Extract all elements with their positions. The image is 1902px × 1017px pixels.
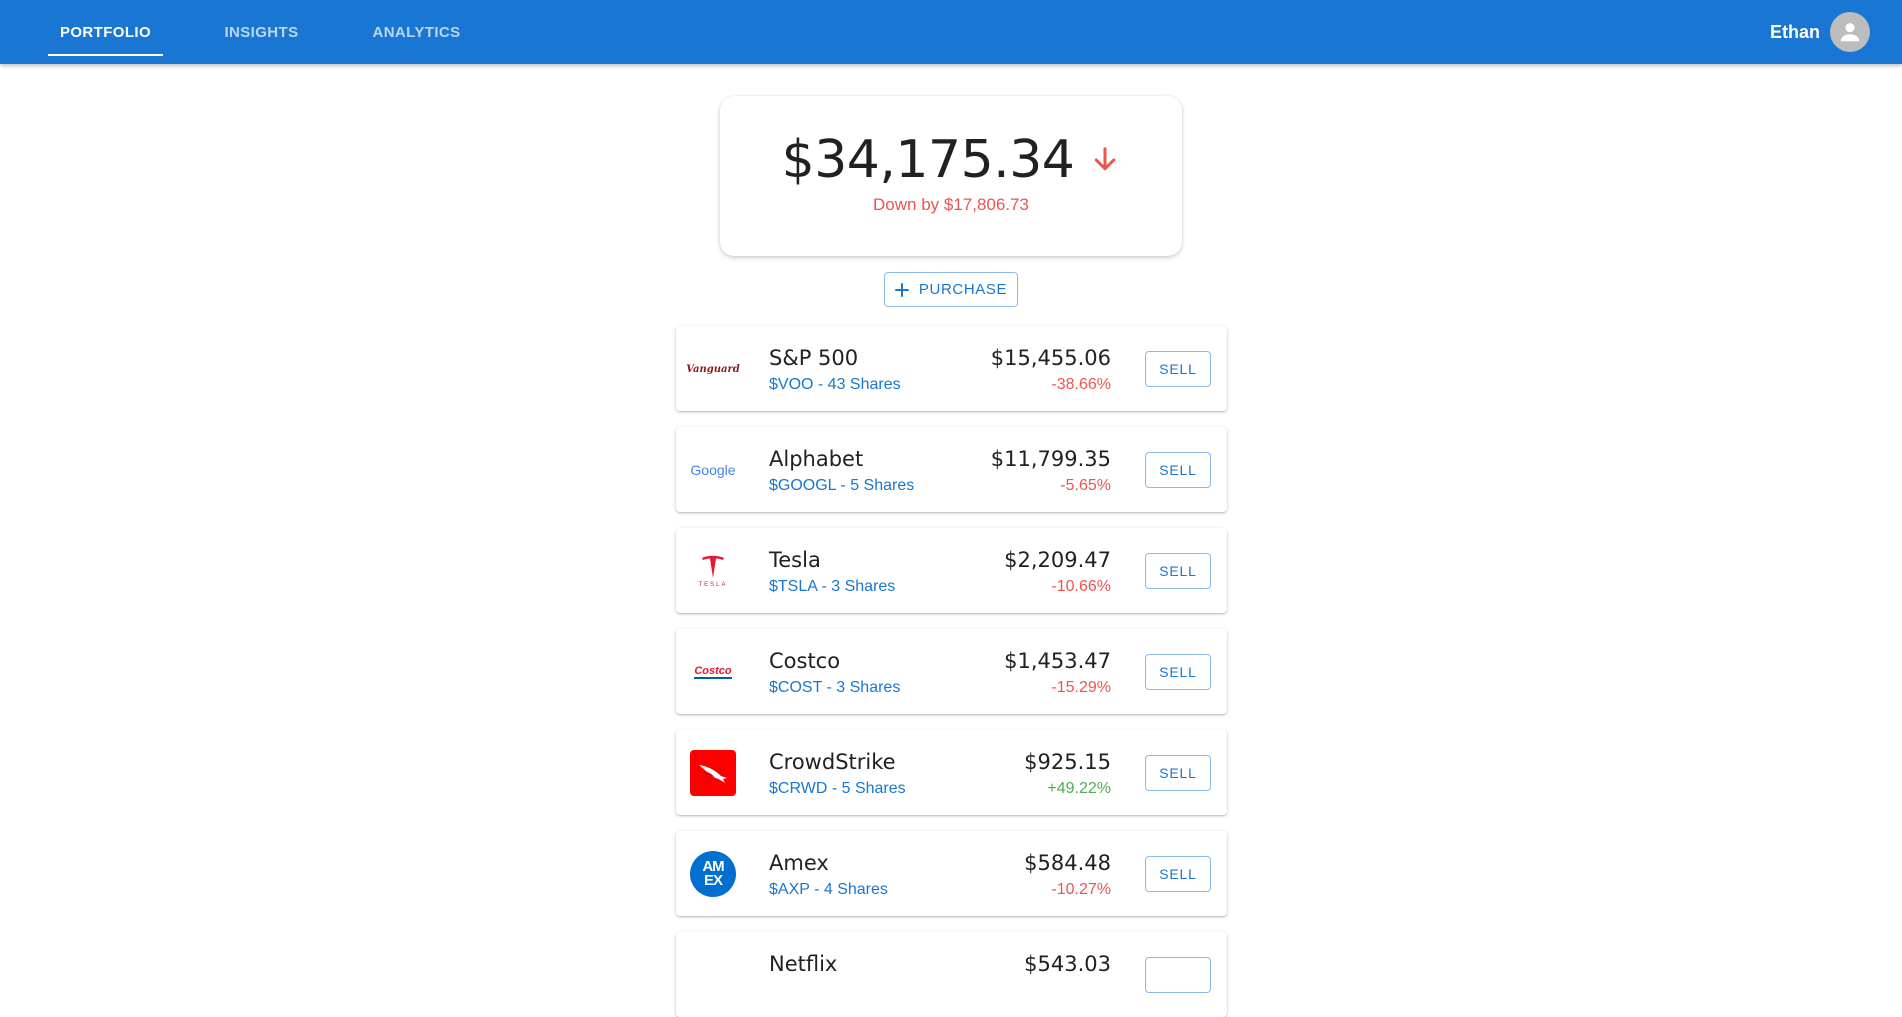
tab-portfolio[interactable]: PORTFOLIO xyxy=(48,0,163,64)
sell-button[interactable]: SELL xyxy=(1145,553,1211,589)
falcon-icon xyxy=(699,765,727,783)
holding-value: $1,453.47 xyxy=(1004,649,1111,673)
holding-value: $925.15 xyxy=(1024,750,1111,774)
tab-analytics[interactable]: ANALYTICS xyxy=(359,0,474,64)
holding-card: Costco Costco $COST - 3 Shares $1,453.47… xyxy=(676,629,1227,714)
tab-portfolio-label: PORTFOLIO xyxy=(59,23,152,41)
holding-card: Vanguard S&P 500 $VOO - 43 Shares $15,45… xyxy=(676,326,1227,411)
sell-button[interactable]: SELL xyxy=(1145,654,1211,690)
tab-analytics-label: ANALYTICS xyxy=(372,23,461,41)
sell-label: SELL xyxy=(1159,765,1197,781)
holding-name: Netflix xyxy=(769,952,838,976)
portfolio-summary-card: $34,175.34 Down by $17,806.73 xyxy=(720,96,1182,256)
portfolio-total-value: $34,175.34 xyxy=(781,130,1075,190)
sell-button[interactable]: SELL xyxy=(1145,351,1211,387)
holding-card: Google Alphabet $GOOGL - 5 Shares $11,79… xyxy=(676,427,1227,512)
sell-button[interactable] xyxy=(1145,957,1211,993)
tesla-t-icon xyxy=(702,555,724,578)
user-name: Ethan xyxy=(1769,21,1820,42)
holding-change: -10.66% xyxy=(1051,578,1111,595)
app-bar: PORTFOLIO INSIGHTS ANALYTICS Ethan xyxy=(0,0,1902,64)
amex-logo: AM EX xyxy=(690,851,736,897)
active-tab-indicator xyxy=(48,54,163,56)
holding-name: Alphabet xyxy=(769,447,864,471)
holding-ticker: $GOOGL - 5 Shares xyxy=(769,477,915,494)
holding-ticker: $COST - 3 Shares xyxy=(769,679,901,696)
total-row: $34,175.34 xyxy=(720,130,1182,190)
holding-name: Tesla xyxy=(769,548,821,572)
holding-ticker: $AXP - 4 Shares xyxy=(769,881,888,898)
tesla-logo: TESLA xyxy=(690,548,736,594)
arrow-down-icon xyxy=(1095,147,1116,171)
sell-button[interactable]: SELL xyxy=(1145,755,1211,791)
sell-label: SELL xyxy=(1159,361,1197,377)
google-logo: Google xyxy=(690,462,736,478)
holding-value: $11,799.35 xyxy=(990,447,1111,471)
holding-value: $584.48 xyxy=(1024,851,1111,875)
holding-ticker: $TSLA - 3 Shares xyxy=(769,578,896,595)
holding-ticker: $CRWD - 5 Shares xyxy=(769,780,906,797)
holding-change: -38.66% xyxy=(1051,376,1111,393)
plus-icon xyxy=(894,282,909,297)
holding-card: TESLA Tesla $TSLA - 3 Shares $2,209.47 -… xyxy=(676,528,1227,613)
sell-label: SELL xyxy=(1159,866,1197,882)
holding-card: Netflix $543.03 xyxy=(676,932,1227,1017)
sell-label: SELL xyxy=(1159,563,1197,579)
holding-name: CrowdStrike xyxy=(769,750,896,774)
tab-insights-label: INSIGHTS xyxy=(224,23,299,41)
holding-value: $2,209.47 xyxy=(1004,548,1111,572)
holding-change: -15.29% xyxy=(1051,679,1111,696)
user-menu[interactable]: Ethan xyxy=(1770,0,1870,64)
tab-insights[interactable]: INSIGHTS xyxy=(204,0,319,64)
purchase-label: PURCHASE xyxy=(918,281,1008,298)
vanguard-logo: Vanguard xyxy=(686,363,740,375)
sell-button[interactable]: SELL xyxy=(1145,452,1211,488)
holding-value: $15,455.06 xyxy=(990,346,1111,370)
holding-value: $543.03 xyxy=(1024,952,1111,976)
holding-card: CrowdStrike $CRWD - 5 Shares $925.15 +49… xyxy=(676,730,1227,815)
holding-change: -10.27% xyxy=(1051,881,1111,898)
holding-change: +49.22% xyxy=(1047,780,1111,797)
holding-card: AM EX Amex $AXP - 4 Shares $584.48 -10.2… xyxy=(676,831,1227,916)
sell-label: SELL xyxy=(1159,664,1197,680)
holding-name: S&P 500 xyxy=(769,346,859,370)
holding-change: -5.65% xyxy=(1060,477,1111,494)
holding-name: Costco xyxy=(769,649,841,673)
holding-ticker: $VOO - 43 Shares xyxy=(769,376,901,393)
holding-name: Amex xyxy=(769,851,829,875)
sell-label: SELL xyxy=(1159,462,1197,478)
purchase-button[interactable]: PURCHASE xyxy=(884,272,1018,307)
account-icon[interactable] xyxy=(1830,12,1870,52)
costco-logo: Costco xyxy=(694,664,732,679)
portfolio-change-text: Down by $17,806.73 xyxy=(873,195,1029,214)
crowdstrike-logo xyxy=(690,750,736,796)
person-icon xyxy=(1840,23,1860,42)
sell-button[interactable]: SELL xyxy=(1145,856,1211,892)
